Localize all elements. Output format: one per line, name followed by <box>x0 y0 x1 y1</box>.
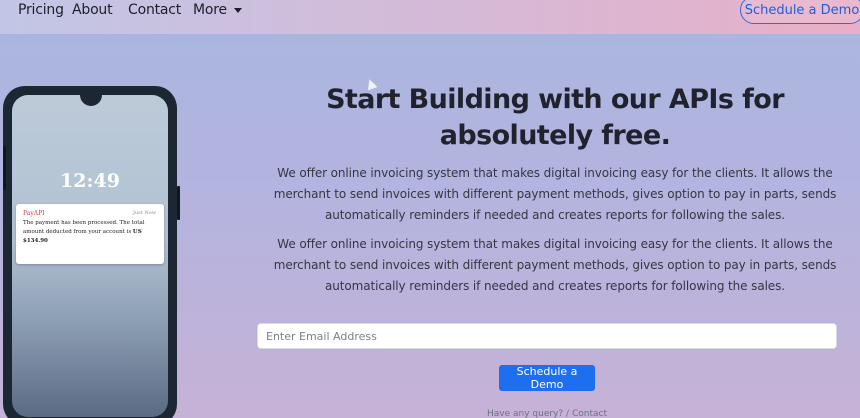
hero-paragraph: We offer online invoicing system that ma… <box>273 166 837 222</box>
queries-text: Have any query? <box>487 409 564 418</box>
phone-power-button <box>177 186 180 220</box>
payment-notification: PayAPI Just Now The payment has been pro… <box>16 204 164 264</box>
hero-title: Start Building with our APIs for absolut… <box>326 84 784 151</box>
phone-volume-button <box>3 146 6 190</box>
chevron-down-icon <box>233 7 242 13</box>
notification-time: Just Now <box>132 210 156 216</box>
phone-screen: 12:49 PayAPI Just Now The payment has be… <box>12 95 168 417</box>
nav-dropdown-more[interactable]: More <box>193 2 242 18</box>
notification-body: The payment has been processed. The tota… <box>23 219 157 246</box>
navbar: Pricing About Contact More Schedule a De… <box>0 0 860 34</box>
hero-paragraph: We offer online invoicing system that ma… <box>273 237 837 293</box>
queries-line: Have any query? / Contact Us <box>480 409 614 418</box>
nav-link-contact[interactable]: Contact <box>128 2 181 18</box>
nav-link-about[interactable]: About <box>72 2 113 18</box>
phone-mockup: 12:49 PayAPI Just Now The payment has be… <box>3 86 180 418</box>
email-input[interactable] <box>257 323 837 349</box>
schedule-demo-button[interactable]: Schedule a Demo <box>499 365 595 391</box>
nav-link-pricing[interactable]: Pricing <box>18 2 64 18</box>
notification-app-name: PayAPI <box>23 210 45 217</box>
phone-notch <box>80 95 102 106</box>
notification-message: The payment has been processed. The tota… <box>23 220 145 235</box>
nav-more-label: More <box>193 2 227 18</box>
phone-clock: 12:49 <box>60 170 120 192</box>
nav-schedule-demo-button[interactable]: Schedule a Demo <box>740 0 860 24</box>
